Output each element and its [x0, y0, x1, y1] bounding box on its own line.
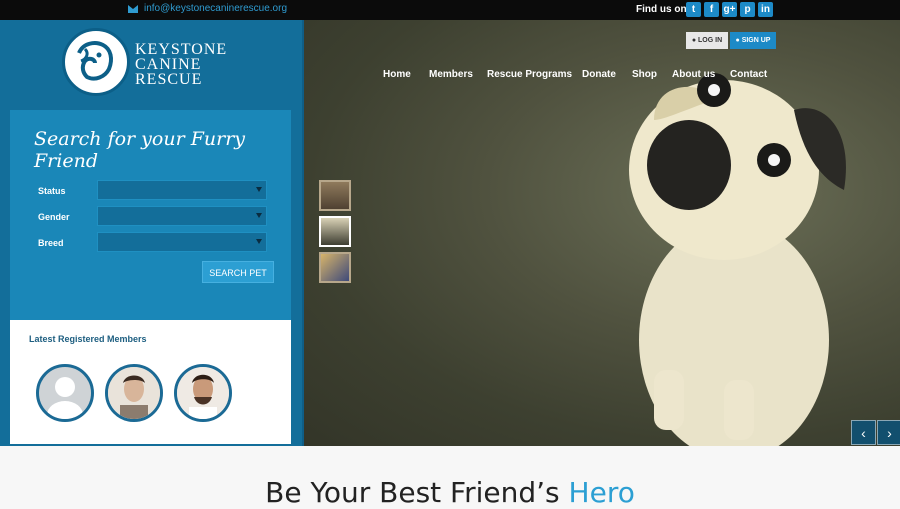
chevron-down-icon [256, 213, 262, 218]
slide-thumbnail[interactable] [319, 216, 351, 247]
members-heading: Latest Registered Members [29, 334, 147, 344]
slide-thumbnail[interactable] [319, 180, 351, 211]
pinterest-icon[interactable]: p [740, 2, 755, 17]
status-select[interactable] [97, 180, 267, 200]
breed-label: Breed [38, 238, 64, 248]
breed-select[interactable] [97, 232, 267, 252]
nav-members[interactable]: Members [429, 69, 473, 80]
logo-dog-icon [62, 28, 130, 96]
pet-search-form: Search for your Furry Friend Status Gend… [10, 110, 291, 320]
search-pet-button[interactable]: SEARCH PET [202, 261, 274, 283]
avatar[interactable] [105, 364, 163, 422]
top-bar: info@keystonecaninerescue.org Find us on… [0, 0, 900, 20]
email-text[interactable]: info@keystonecaninerescue.org [144, 3, 287, 14]
avatar[interactable] [36, 364, 94, 422]
gender-label: Gender [38, 212, 70, 222]
next-slide-button[interactable]: › [877, 420, 900, 445]
page-headline: Be Your Best Friend’s Hero [265, 476, 635, 509]
nav-home[interactable]: Home [383, 69, 411, 80]
nav-rescue-programs[interactable]: Rescue Programs [487, 69, 572, 80]
chevron-down-icon [256, 187, 262, 192]
facebook-icon[interactable]: f [704, 2, 719, 17]
site-logo[interactable]: KEYSTONE CANINE RESCUE [62, 28, 232, 98]
status-label: Status [38, 186, 66, 196]
chevron-left-icon: ‹ [861, 425, 866, 441]
gender-select[interactable] [97, 206, 267, 226]
chevron-down-icon [256, 239, 262, 244]
avatar[interactable] [174, 364, 232, 422]
hero-slider: ● LOG IN ● SIGN UP Home Members Rescue P… [302, 20, 900, 446]
google-plus-icon[interactable]: g+ [722, 2, 737, 17]
twitter-icon[interactable]: t [686, 2, 701, 17]
left-panel: KEYSTONE CANINE RESCUE Search for your F… [0, 20, 302, 446]
user-icon: ● [691, 37, 697, 44]
hero-section-bottom: Be Your Best Friend’s Hero [0, 446, 900, 509]
pug-image [629, 73, 846, 446]
linkedin-icon[interactable]: in [758, 2, 773, 17]
nav-about-us[interactable]: About us [672, 69, 715, 80]
email-contact[interactable]: info@keystonecaninerescue.org [128, 3, 287, 14]
logo-text: KEYSTONE CANINE RESCUE [135, 41, 228, 88]
signup-button[interactable]: ● SIGN UP [730, 32, 776, 49]
nav-contact[interactable]: Contact [730, 69, 767, 80]
envelope-icon [128, 4, 138, 13]
paw-icon: ● [735, 37, 740, 44]
find-us-label: Find us on: [636, 4, 690, 15]
login-button[interactable]: ● LOG IN [686, 32, 728, 49]
latest-members: Latest Registered Members [10, 320, 291, 444]
nav-shop[interactable]: Shop [632, 69, 657, 80]
nav-donate[interactable]: Donate [582, 69, 616, 80]
slide-thumbnail[interactable] [319, 252, 351, 283]
search-title: Search for your Furry Friend [34, 128, 246, 172]
chevron-right-icon: › [887, 425, 892, 441]
prev-slide-button[interactable]: ‹ [851, 420, 876, 445]
